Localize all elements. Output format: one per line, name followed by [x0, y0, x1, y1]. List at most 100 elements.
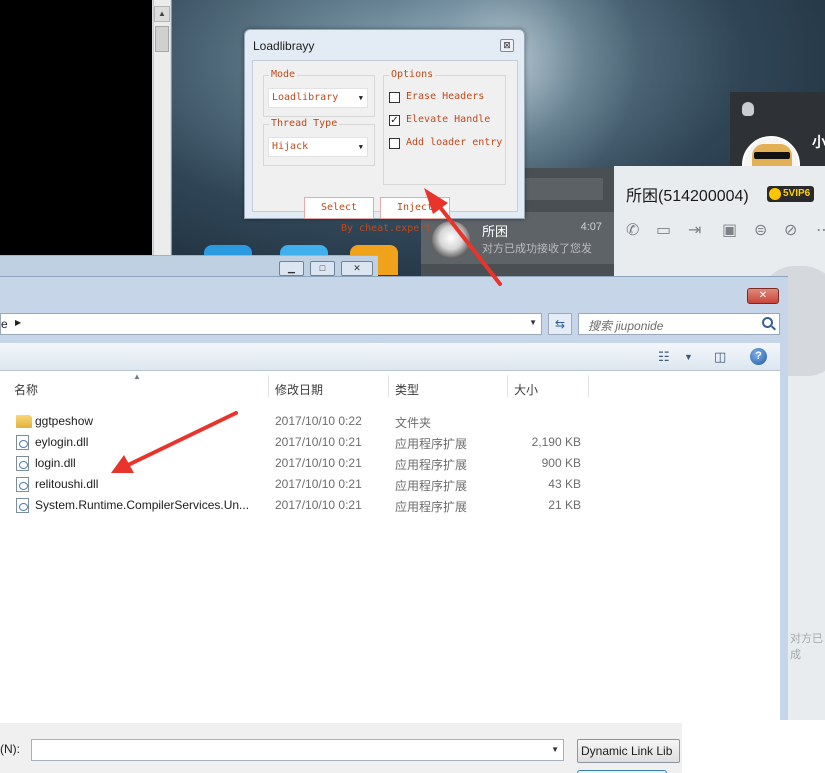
search-icon[interactable] — [762, 317, 773, 328]
column-divider[interactable] — [588, 375, 589, 397]
column-divider[interactable] — [388, 375, 389, 397]
folder-icon — [16, 415, 32, 428]
preview-pane-icon[interactable]: ◫ — [714, 349, 726, 365]
thread-type-group: Thread Type Hijack ▼ — [263, 118, 375, 166]
view-options-icon[interactable]: ☷ — [658, 349, 670, 365]
scroll-up-arrow-icon[interactable]: ▲ — [154, 6, 170, 22]
credit-text: By cheat.expert — [341, 223, 432, 234]
file-type: 文件夹 — [395, 416, 432, 430]
chevron-down-icon[interactable]: ▼ — [551, 745, 559, 754]
console-scrollbar[interactable]: ▲ — [153, 0, 170, 262]
phone-icon[interactable]: ✆ — [626, 220, 639, 240]
column-header-type[interactable]: 类型 — [395, 381, 419, 398]
maximize-button[interactable]: □ — [310, 261, 335, 276]
file-date: 2017/10/10 0:21 — [275, 498, 362, 512]
close-button[interactable]: ✕ — [341, 261, 373, 276]
erase-headers-label: Erase Headers — [406, 91, 485, 102]
file-name: System.Runtime.CompilerServices.Un... — [35, 498, 250, 512]
qq-penguin-icon[interactable] — [742, 102, 754, 116]
column-divider[interactable] — [507, 375, 508, 397]
checkbox-box[interactable] — [389, 92, 400, 103]
qq-contact-item[interactable]: 所困 4:07 对方已成功接收了您发 — [421, 212, 614, 264]
close-icon[interactable]: ⊠ — [500, 39, 514, 52]
scroll-thumb[interactable] — [155, 26, 169, 52]
file-name: ggtpeshow — [35, 414, 94, 428]
dll-file-icon — [16, 456, 29, 471]
video-icon[interactable]: ▭ — [656, 220, 671, 240]
file-type: 应用程序扩展 — [395, 479, 468, 493]
block-user-icon[interactable]: ⊘ — [784, 220, 797, 240]
dll-file-icon — [16, 477, 29, 492]
avatar-glasses — [754, 152, 790, 159]
checkbox-box[interactable] — [389, 138, 400, 149]
file-name: relitoushi.dll — [35, 477, 99, 491]
share-screen-icon[interactable]: ⇥ — [688, 220, 701, 240]
elevate-handle-label: Elevate Handle — [406, 114, 491, 125]
file-row[interactable]: eylogin.dll 2017/10/10 0:21 应用程序扩展 2,190… — [0, 432, 780, 452]
address-text: e — [1, 317, 8, 331]
search-placeholder: 搜索 jiuponide — [588, 319, 664, 333]
dll-file-icon — [16, 498, 29, 513]
chevron-down-icon: ▼ — [358, 143, 363, 151]
qq-user-name: 小 — [812, 134, 825, 150]
more-icon[interactable]: ⋯ — [816, 220, 825, 240]
refresh-button[interactable]: ⇆ — [548, 313, 572, 335]
blurred-area — [682, 720, 825, 773]
breadcrumb-arrow-icon[interactable]: ▶ — [15, 318, 21, 327]
column-header-size[interactable]: 大小 — [514, 381, 538, 398]
file-name: eylogin.dll — [35, 435, 89, 449]
file-date: 2017/10/10 0:21 — [275, 456, 362, 470]
mode-value: Loadlibrary — [272, 92, 339, 103]
file-type: 应用程序扩展 — [395, 458, 468, 472]
file-type: 应用程序扩展 — [395, 437, 468, 451]
file-type-filter[interactable]: Dynamic Link Lib — [577, 739, 680, 763]
search-input[interactable]: 搜索 jiuponide — [578, 313, 780, 335]
contact-time: 4:07 — [580, 221, 602, 233]
dll-file-icon — [16, 435, 29, 450]
chevron-down-icon[interactable]: ▼ — [684, 352, 693, 362]
console-output — [0, 0, 152, 262]
file-date: 2017/10/10 0:22 — [275, 414, 362, 428]
remote-assist-icon[interactable]: ⊜ — [754, 220, 767, 240]
select-button[interactable]: Select — [304, 197, 374, 219]
file-date: 2017/10/10 0:21 — [275, 477, 362, 491]
mode-group: Mode Loadlibrary ▼ — [263, 69, 375, 117]
chat-title: 所困(514200004) — [626, 188, 749, 205]
column-header-name[interactable]: 名称 — [14, 381, 38, 398]
minimize-button[interactable]: ▁ — [279, 261, 304, 276]
file-name: login.dll — [35, 456, 76, 470]
address-bar[interactable]: e ▶ ▼ — [0, 313, 542, 335]
options-group: Options Erase Headers ✓ Elevate Handle A… — [383, 69, 506, 185]
file-size: 21 KB — [548, 498, 581, 512]
column-header-date[interactable]: 修改日期 — [275, 381, 323, 398]
chat-system-message: 对方已成 — [790, 633, 823, 661]
filename-input[interactable]: ▼ — [31, 739, 564, 761]
file-row[interactable]: relitoushi.dll 2017/10/10 0:21 应用程序扩展 43… — [0, 474, 780, 494]
file-row[interactable]: System.Runtime.CompilerServices.Un... 20… — [0, 495, 780, 515]
file-row[interactable]: ggtpeshow 2017/10/10 0:22 文件夹 — [0, 411, 780, 431]
options-label: Options — [389, 69, 436, 80]
help-icon[interactable]: ? — [750, 348, 767, 365]
thread-type-value: Hijack — [272, 141, 309, 152]
dialog-close-button[interactable]: ✕ — [747, 288, 779, 304]
contact-last-message: 对方已成功接收了您发 — [482, 243, 592, 255]
mode-label: Mode — [269, 69, 298, 80]
open-file-dialog: ✕ e ▶ ▼ ⇆ 搜索 jiuponide ☷ ▼ ◫ ? ▲ 名称 修改日期… — [0, 276, 788, 773]
mode-select[interactable]: Loadlibrary ▼ — [268, 88, 368, 108]
injector-body: Mode Loadlibrary ▼ Thread Type Hijack ▼ … — [252, 60, 518, 234]
chevron-down-icon[interactable]: ▼ — [529, 318, 537, 327]
injector-dialog: Loadlibrayy ⊠ Mode Loadlibrary ▼ Thread … — [244, 29, 525, 234]
checkmark-icon[interactable]: ✓ — [389, 115, 400, 126]
injector-title: Loadlibrayy — [253, 39, 315, 53]
thread-type-select[interactable]: Hijack ▼ — [268, 137, 368, 157]
file-row[interactable]: login.dll 2017/10/10 0:21 应用程序扩展 900 KB — [0, 453, 780, 473]
column-divider[interactable] — [268, 375, 269, 397]
file-size: 43 KB — [548, 477, 581, 491]
inject-button[interactable]: Inject — [380, 197, 450, 219]
thread-type-label: Thread Type — [269, 118, 340, 129]
qq-main-panel: 小 — [730, 92, 825, 176]
command-bar: ☷ ▼ ◫ ? — [0, 343, 780, 371]
add-loader-entry-label: Add loader entry — [406, 137, 503, 148]
chevron-down-icon: ▼ — [358, 94, 363, 102]
file-transfer-icon[interactable]: ▣ — [722, 220, 737, 240]
